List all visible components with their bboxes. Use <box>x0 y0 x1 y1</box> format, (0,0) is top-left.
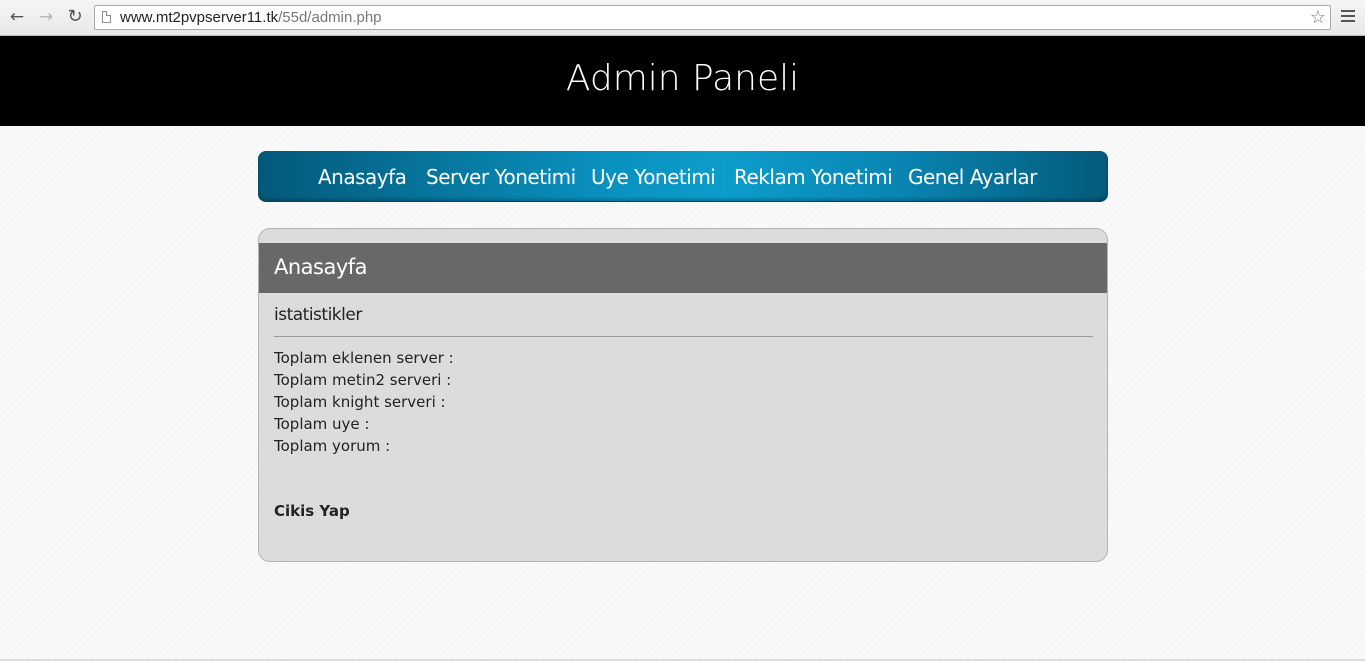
stat-metin2-servers: Toplam metin2 serveri : <box>274 371 452 389</box>
page-icon <box>102 11 111 23</box>
section-title: istatistikler <box>274 305 362 325</box>
address-bar[interactable]: www.mt2pvpserver11.tk/55d/admin.php ☆ <box>94 5 1331 30</box>
nav-item-anasayfa[interactable]: Anasayfa <box>318 165 407 189</box>
nav-item-reklam-yonetimi[interactable]: Reklam Yonetimi <box>734 165 893 189</box>
nav-item-uye-yonetimi[interactable]: Uye Yonetimi <box>591 165 716 189</box>
reload-icon[interactable]: ↻ <box>64 6 86 28</box>
stat-total-members: Toplam uye : <box>274 415 370 433</box>
panel-title: Anasayfa <box>274 255 368 279</box>
url-path: /55d/admin.php <box>278 9 382 26</box>
main-nav: Anasayfa Server Yonetimi Uye Yonetimi Re… <box>258 151 1108 202</box>
logout-link[interactable]: Cikis Yap <box>274 502 350 520</box>
hamburger-menu-icon[interactable] <box>1340 7 1356 27</box>
stat-total-comments: Toplam yorum : <box>274 437 391 455</box>
url-text[interactable]: www.mt2pvpserver11.tk/55d/admin.php <box>120 9 382 26</box>
url-host: www.mt2pvpserver11.tk <box>120 9 279 26</box>
browser-toolbar: ← → ↻ www.mt2pvpserver11.tk/55d/admin.ph… <box>0 0 1365 36</box>
content-panel: Anasayfa istatistikler Toplam eklenen se… <box>258 228 1108 562</box>
stat-total-servers: Toplam eklenen server : <box>274 349 454 367</box>
stats-list: Toplam eklenen server : Toplam metin2 se… <box>274 347 454 457</box>
nav-item-genel-ayarlar[interactable]: Genel Ayarlar <box>908 165 1037 189</box>
divider <box>274 336 1093 337</box>
star-icon[interactable]: ☆ <box>1310 7 1326 29</box>
panel-header: Anasayfa <box>259 243 1107 293</box>
forward-arrow-icon[interactable]: → <box>35 6 57 28</box>
page-title: Admin Paneli <box>565 58 800 99</box>
site-header: Admin Paneli <box>0 36 1365 126</box>
nav-item-server-yonetimi[interactable]: Server Yonetimi <box>426 165 576 189</box>
back-arrow-icon[interactable]: ← <box>6 6 28 28</box>
stat-knight-servers: Toplam knight serveri : <box>274 393 446 411</box>
